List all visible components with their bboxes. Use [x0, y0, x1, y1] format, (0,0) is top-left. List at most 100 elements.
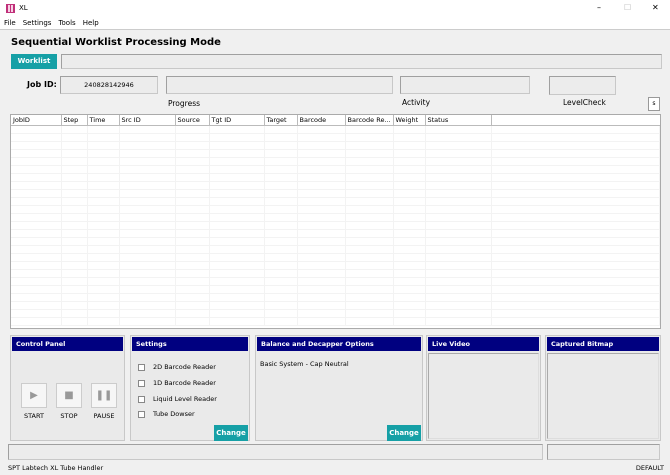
s-button[interactable]: s — [648, 97, 660, 111]
table-cell — [175, 125, 210, 134]
menu-tools[interactable]: Tools — [58, 17, 75, 30]
table-cell — [264, 285, 298, 294]
table-cell — [297, 197, 346, 206]
table-cell — [209, 229, 265, 238]
table-cell — [491, 285, 660, 294]
checkbox-liquid-level-reader[interactable] — [138, 396, 145, 403]
table-cell — [87, 245, 120, 254]
maximize-button[interactable]: ☐ — [624, 3, 631, 12]
table-row — [11, 261, 660, 270]
table-cell — [209, 133, 265, 142]
table-cell — [345, 197, 394, 206]
column-header-time[interactable]: Time — [87, 115, 120, 126]
table-cell — [61, 229, 88, 238]
column-header-weight[interactable]: Weight — [393, 115, 426, 126]
menu-file[interactable]: File — [4, 17, 16, 30]
table-cell — [297, 213, 346, 222]
table-cell — [175, 277, 210, 286]
minimize-button[interactable]: – — [597, 3, 601, 12]
settings-change-button[interactable]: Change — [214, 425, 248, 441]
table-cell — [119, 125, 176, 134]
table-cell — [345, 237, 394, 246]
label-2d-barcode-reader: 2D Barcode Reader — [153, 363, 216, 371]
table-row — [11, 197, 660, 206]
table-cell — [119, 285, 176, 294]
table-cell — [491, 125, 660, 134]
close-button[interactable]: ✕ — [652, 3, 659, 12]
table-cell — [393, 181, 426, 190]
table-cell — [345, 189, 394, 198]
table-cell — [491, 141, 660, 150]
table-cell — [209, 213, 265, 222]
start-button[interactable]: ▶ — [21, 383, 47, 408]
stop-label: STOP — [60, 412, 78, 420]
table-cell — [393, 133, 426, 142]
play-icon: ▶ — [30, 390, 38, 401]
activity-field — [400, 76, 530, 94]
table-cell — [393, 149, 426, 158]
table-cell — [61, 309, 88, 318]
table-cell — [87, 317, 120, 326]
settings-title: Settings — [132, 337, 248, 351]
menu-settings[interactable]: Settings — [23, 17, 52, 30]
live-video-title: Live Video — [428, 337, 539, 351]
column-header-src-id[interactable]: Src ID — [119, 115, 176, 126]
column-header-target[interactable]: Target — [264, 115, 298, 126]
table-cell — [297, 133, 346, 142]
table-cell — [345, 157, 394, 166]
table-cell — [345, 173, 394, 182]
table-cell — [264, 213, 298, 222]
table-cell — [61, 301, 88, 310]
table-cell — [264, 125, 298, 134]
table-cell — [425, 293, 492, 302]
table-cell — [491, 173, 660, 182]
status-field-secondary — [547, 444, 660, 460]
table-cell — [491, 205, 660, 214]
column-header-barcode-result[interactable]: Barcode Re... — [345, 115, 394, 126]
column-header-status[interactable]: Status — [425, 115, 492, 126]
table-cell — [11, 269, 62, 278]
table-cell — [297, 125, 346, 134]
table-cell — [175, 293, 210, 302]
checkbox-2d-barcode-reader[interactable] — [138, 364, 145, 371]
table-row — [11, 285, 660, 294]
checkbox-tube-dowser[interactable] — [138, 411, 145, 418]
table-cell — [345, 277, 394, 286]
table-cell — [264, 277, 298, 286]
menu-help[interactable]: Help — [83, 17, 99, 30]
table-cell — [11, 285, 62, 294]
column-header-source[interactable]: Source — [175, 115, 210, 126]
table-cell — [264, 189, 298, 198]
table-cell — [61, 293, 88, 302]
checkbox-1d-barcode-reader[interactable] — [138, 380, 145, 387]
column-header-tgt-id[interactable]: Tgt ID — [209, 115, 265, 126]
table-cell — [87, 309, 120, 318]
table-cell — [393, 173, 426, 182]
table-cell — [425, 189, 492, 198]
table-cell — [425, 245, 492, 254]
table-cell — [209, 165, 265, 174]
column-header-jobid[interactable]: JobID — [11, 115, 62, 126]
table-cell — [87, 197, 120, 206]
table-row — [11, 213, 660, 222]
table-cell — [87, 261, 120, 270]
tab-worklist[interactable]: Worklist — [11, 54, 57, 69]
column-header-step[interactable]: Step — [61, 115, 88, 126]
table-cell — [345, 317, 394, 326]
table-row — [11, 301, 660, 310]
table-cell — [345, 285, 394, 294]
table-cell — [175, 181, 210, 190]
stop-button[interactable]: ■ — [56, 383, 82, 408]
menu-bar: File Settings Tools Help — [0, 17, 670, 30]
table-cell — [345, 309, 394, 318]
pause-button[interactable]: ❚❚ — [91, 383, 117, 408]
column-header-barcode[interactable]: Barcode — [297, 115, 346, 126]
table-cell — [345, 269, 394, 278]
balance-change-button[interactable]: Change — [387, 425, 421, 441]
table-cell — [425, 125, 492, 134]
table-cell — [175, 205, 210, 214]
table-cell — [393, 253, 426, 262]
table-cell — [425, 165, 492, 174]
table-cell — [87, 269, 120, 278]
table-cell — [87, 221, 120, 230]
